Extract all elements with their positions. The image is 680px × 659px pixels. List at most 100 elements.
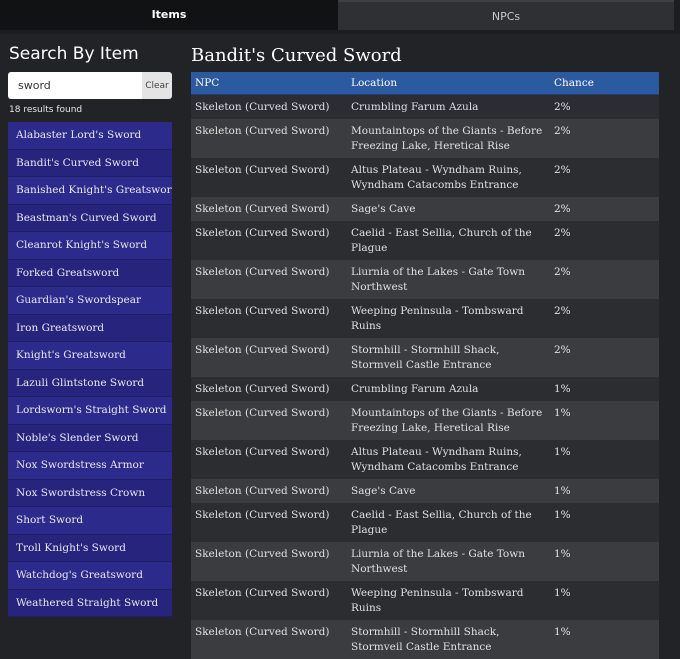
table-row: Skeleton (Curved Sword)Caelid - East Sel… (191, 503, 659, 542)
cell-chance: 1% (550, 479, 659, 503)
cell-npc: Skeleton (Curved Sword) (191, 542, 347, 581)
cell-npc: Skeleton (Curved Sword) (191, 158, 347, 197)
cell-location: Altus Plateau - Wyndham Ruins, Wyndham C… (347, 440, 550, 479)
item-list: Alabaster Lord's SwordBandit's Curved Sw… (8, 122, 172, 617)
list-item[interactable]: Lazuli Glintstone Sword (8, 370, 172, 398)
cell-location: Liurnia of the Lakes - Gate Town Northwe… (347, 542, 550, 581)
list-item[interactable]: Weathered Straight Sword (8, 590, 172, 618)
list-item[interactable]: Bandit's Curved Sword (8, 150, 172, 178)
tab-npcs[interactable]: NPCs (338, 0, 674, 30)
search-row: Clear (8, 72, 174, 99)
table-row: Skeleton (Curved Sword)Stormhill - Storm… (191, 338, 659, 377)
drop-table: NPC Location Chance Skeleton (Curved Swo… (191, 72, 659, 659)
list-item[interactable]: Cleanrot Knight's Sword (8, 232, 172, 260)
list-item[interactable]: Knight's Greatsword (8, 342, 172, 370)
cell-location: Sage's Cave (347, 197, 550, 221)
cell-chance: 1% (550, 503, 659, 542)
cell-npc: Skeleton (Curved Sword) (191, 479, 347, 503)
cell-chance: 2% (550, 95, 659, 120)
list-item[interactable]: Beastman's Curved Sword (8, 205, 172, 233)
cell-chance: 2% (550, 197, 659, 221)
cell-location: Stormhill - Stormhill Shack, Stormveil C… (347, 338, 550, 377)
cell-npc: Skeleton (Curved Sword) (191, 119, 347, 158)
table-row: Skeleton (Curved Sword)Sage's Cave2% (191, 197, 659, 221)
table-header-row: NPC Location Chance (191, 72, 659, 95)
column-header-chance[interactable]: Chance (550, 72, 659, 95)
cell-npc: Skeleton (Curved Sword) (191, 503, 347, 542)
cell-location: Crumbling Farum Azula (347, 95, 550, 120)
cell-npc: Skeleton (Curved Sword) (191, 299, 347, 338)
cell-chance: 1% (550, 377, 659, 401)
cell-location: Stormhill - Stormhill Shack, Stormveil C… (347, 620, 550, 659)
cell-chance: 2% (550, 158, 659, 197)
column-header-location[interactable]: Location (347, 72, 550, 95)
clear-button[interactable]: Clear (142, 72, 172, 99)
main-panel: Bandit's Curved Sword NPC Location Chanc… (191, 44, 659, 659)
cell-npc: Skeleton (Curved Sword) (191, 440, 347, 479)
cell-location: Sage's Cave (347, 479, 550, 503)
cell-npc: Skeleton (Curved Sword) (191, 197, 347, 221)
table-row: Skeleton (Curved Sword)Liurnia of the La… (191, 542, 659, 581)
list-item[interactable]: Short Sword (8, 507, 172, 535)
search-title: Search By Item (9, 44, 174, 64)
cell-location: Weeping Peninsula - Tombsward Ruins (347, 299, 550, 338)
tab-items[interactable]: Items (0, 0, 338, 30)
column-header-npc[interactable]: NPC (191, 72, 347, 95)
table-row: Skeleton (Curved Sword)Stormhill - Storm… (191, 620, 659, 659)
cell-npc: Skeleton (Curved Sword) (191, 95, 347, 120)
cell-npc: Skeleton (Curved Sword) (191, 260, 347, 299)
cell-npc: Skeleton (Curved Sword) (191, 581, 347, 620)
cell-chance: 2% (550, 260, 659, 299)
cell-location: Mountaintops of the Giants - Before Free… (347, 119, 550, 158)
table-row: Skeleton (Curved Sword)Altus Plateau - W… (191, 158, 659, 197)
cell-chance: 2% (550, 299, 659, 338)
list-item[interactable]: Iron Greatsword (8, 315, 172, 343)
cell-chance: 1% (550, 542, 659, 581)
table-row: Skeleton (Curved Sword)Crumbling Farum A… (191, 377, 659, 401)
cell-location: Crumbling Farum Azula (347, 377, 550, 401)
cell-chance: 1% (550, 581, 659, 620)
table-row: Skeleton (Curved Sword)Mountaintops of t… (191, 401, 659, 440)
table-row: Skeleton (Curved Sword)Liurnia of the La… (191, 260, 659, 299)
cell-npc: Skeleton (Curved Sword) (191, 401, 347, 440)
table-row: Skeleton (Curved Sword)Weeping Peninsula… (191, 299, 659, 338)
list-item[interactable]: Forked Greatsword (8, 260, 172, 288)
cell-chance: 2% (550, 221, 659, 260)
list-item[interactable]: Lordsworn's Straight Sword (8, 397, 172, 425)
cell-npc: Skeleton (Curved Sword) (191, 338, 347, 377)
list-item[interactable]: Banished Knight's Greatsword (8, 177, 172, 205)
table-body: Skeleton (Curved Sword)Crumbling Farum A… (191, 95, 659, 659)
list-item[interactable]: Noble's Slender Sword (8, 425, 172, 453)
search-input[interactable] (8, 72, 142, 99)
list-item[interactable]: Nox Swordstress Crown (8, 480, 172, 508)
cell-location: Weeping Peninsula - Tombsward Ruins (347, 581, 550, 620)
cell-location: Caelid - East Sellia, Church of the Plag… (347, 221, 550, 260)
cell-chance: 2% (550, 338, 659, 377)
tab-bar: Items NPCs (0, 0, 680, 34)
list-item[interactable]: Guardian's Swordspear (8, 287, 172, 315)
list-item[interactable]: Alabaster Lord's Sword (8, 122, 172, 150)
cell-chance: 1% (550, 620, 659, 659)
cell-location: Liurnia of the Lakes - Gate Town Northwe… (347, 260, 550, 299)
table-row: Skeleton (Curved Sword)Weeping Peninsula… (191, 581, 659, 620)
cell-chance: 1% (550, 440, 659, 479)
list-item[interactable]: Troll Knight's Sword (8, 535, 172, 563)
cell-npc: Skeleton (Curved Sword) (191, 377, 347, 401)
cell-location: Altus Plateau - Wyndham Ruins, Wyndham C… (347, 158, 550, 197)
results-count: 18 results found (9, 105, 174, 116)
sidebar: Search By Item Clear 18 results found Al… (8, 44, 174, 617)
cell-location: Caelid - East Sellia, Church of the Plag… (347, 503, 550, 542)
page-title: Bandit's Curved Sword (191, 44, 659, 68)
table-row: Skeleton (Curved Sword)Altus Plateau - W… (191, 440, 659, 479)
cell-chance: 1% (550, 401, 659, 440)
list-item[interactable]: Nox Swordstress Armor (8, 452, 172, 480)
cell-npc: Skeleton (Curved Sword) (191, 620, 347, 659)
table-row: Skeleton (Curved Sword)Caelid - East Sel… (191, 221, 659, 260)
table-row: Skeleton (Curved Sword)Sage's Cave1% (191, 479, 659, 503)
table-row: Skeleton (Curved Sword)Mountaintops of t… (191, 119, 659, 158)
table-row: Skeleton (Curved Sword)Crumbling Farum A… (191, 95, 659, 120)
cell-npc: Skeleton (Curved Sword) (191, 221, 347, 260)
cell-location: Mountaintops of the Giants - Before Free… (347, 401, 550, 440)
list-item[interactable]: Watchdog's Greatsword (8, 562, 172, 590)
cell-chance: 2% (550, 119, 659, 158)
